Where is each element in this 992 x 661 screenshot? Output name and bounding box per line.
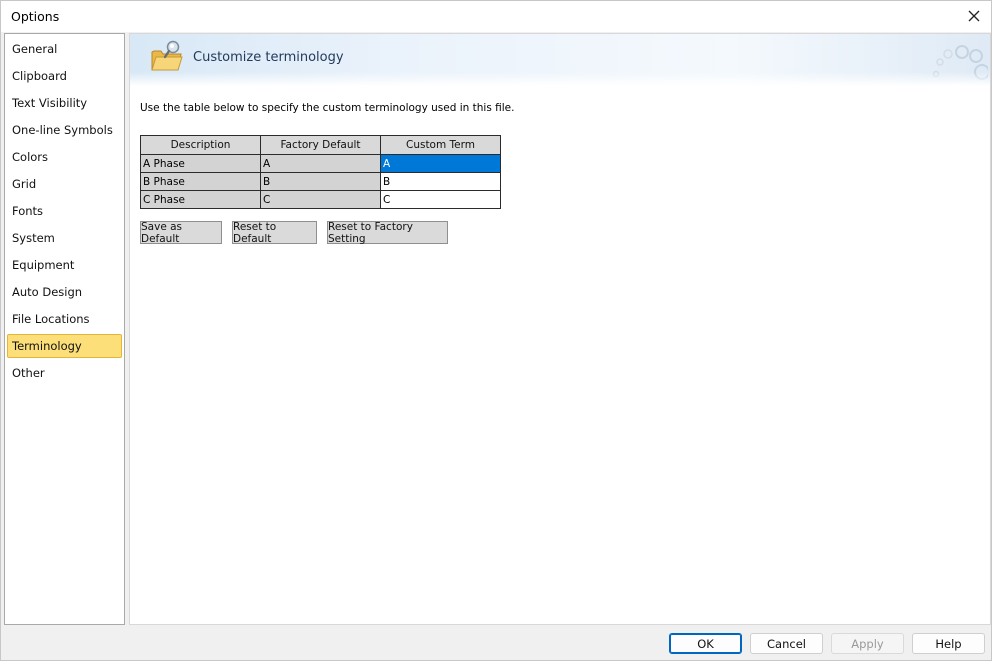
sidebar-item-text-visibility[interactable]: Text Visibility — [7, 91, 122, 115]
table-row: B Phase B B — [140, 172, 501, 191]
options-sidebar: General Clipboard Text Visibility One-li… — [4, 33, 125, 625]
sidebar-item-file-locations[interactable]: File Locations — [7, 307, 122, 331]
window-title: Options — [11, 9, 60, 24]
factory-default-cell: A — [260, 154, 381, 173]
custom-term-cell[interactable]: A — [380, 154, 501, 173]
sidebar-item-other[interactable]: Other — [7, 361, 122, 385]
terminology-panel: Customize terminology Use the table belo… — [129, 33, 991, 625]
column-header-custom-term: Custom Term — [380, 135, 501, 155]
column-header-description: Description — [140, 135, 261, 155]
factory-default-cell: B — [260, 172, 381, 191]
sidebar-item-grid[interactable]: Grid — [7, 172, 122, 196]
sidebar-item-one-line-symbols[interactable]: One-line Symbols — [7, 118, 122, 142]
description-cell: B Phase — [140, 172, 261, 191]
sidebar-item-colors[interactable]: Colors — [7, 145, 122, 169]
close-icon — [968, 10, 980, 22]
ok-button[interactable]: OK — [669, 633, 742, 654]
sidebar-item-system[interactable]: System — [7, 226, 122, 250]
folder-search-icon — [151, 40, 183, 71]
factory-default-cell: C — [260, 190, 381, 209]
save-as-default-button[interactable]: Save as Default — [140, 221, 222, 245]
close-button[interactable] — [961, 4, 987, 28]
custom-term-cell[interactable]: C — [380, 190, 501, 209]
column-header-factory-default: Factory Default — [260, 135, 381, 155]
table-row: A Phase A A — [140, 154, 501, 173]
table-row: C Phase C C — [140, 190, 501, 209]
sidebar-item-equipment[interactable]: Equipment — [7, 253, 122, 277]
panel-title: Customize terminology — [193, 50, 344, 65]
sidebar-item-fonts[interactable]: Fonts — [7, 199, 122, 223]
description-cell: A Phase — [140, 154, 261, 173]
instructions-text: Use the table below to specify the custo… — [140, 102, 515, 114]
reset-to-factory-setting-button[interactable]: Reset to Factory Setting — [327, 221, 448, 245]
title-bar: Options — [1, 1, 991, 32]
apply-button[interactable]: Apply — [831, 633, 904, 654]
panel-banner: Customize terminology — [130, 34, 990, 86]
sidebar-item-clipboard[interactable]: Clipboard — [7, 64, 122, 88]
reset-to-default-button[interactable]: Reset to Default — [232, 221, 317, 245]
sidebar-item-general[interactable]: General — [7, 37, 122, 61]
help-button[interactable]: Help — [912, 633, 985, 654]
terminology-table: Description Factory Default Custom Term … — [140, 135, 501, 209]
sidebar-item-terminology[interactable]: Terminology — [7, 334, 122, 358]
description-cell: C Phase — [140, 190, 261, 209]
custom-term-cell[interactable]: B — [380, 172, 501, 191]
decorative-gears-icon — [932, 45, 988, 80]
sidebar-item-auto-design[interactable]: Auto Design — [7, 280, 122, 304]
options-dialog: Options General Clipboard Text Visibilit… — [0, 0, 992, 661]
cancel-button[interactable]: Cancel — [750, 633, 823, 654]
